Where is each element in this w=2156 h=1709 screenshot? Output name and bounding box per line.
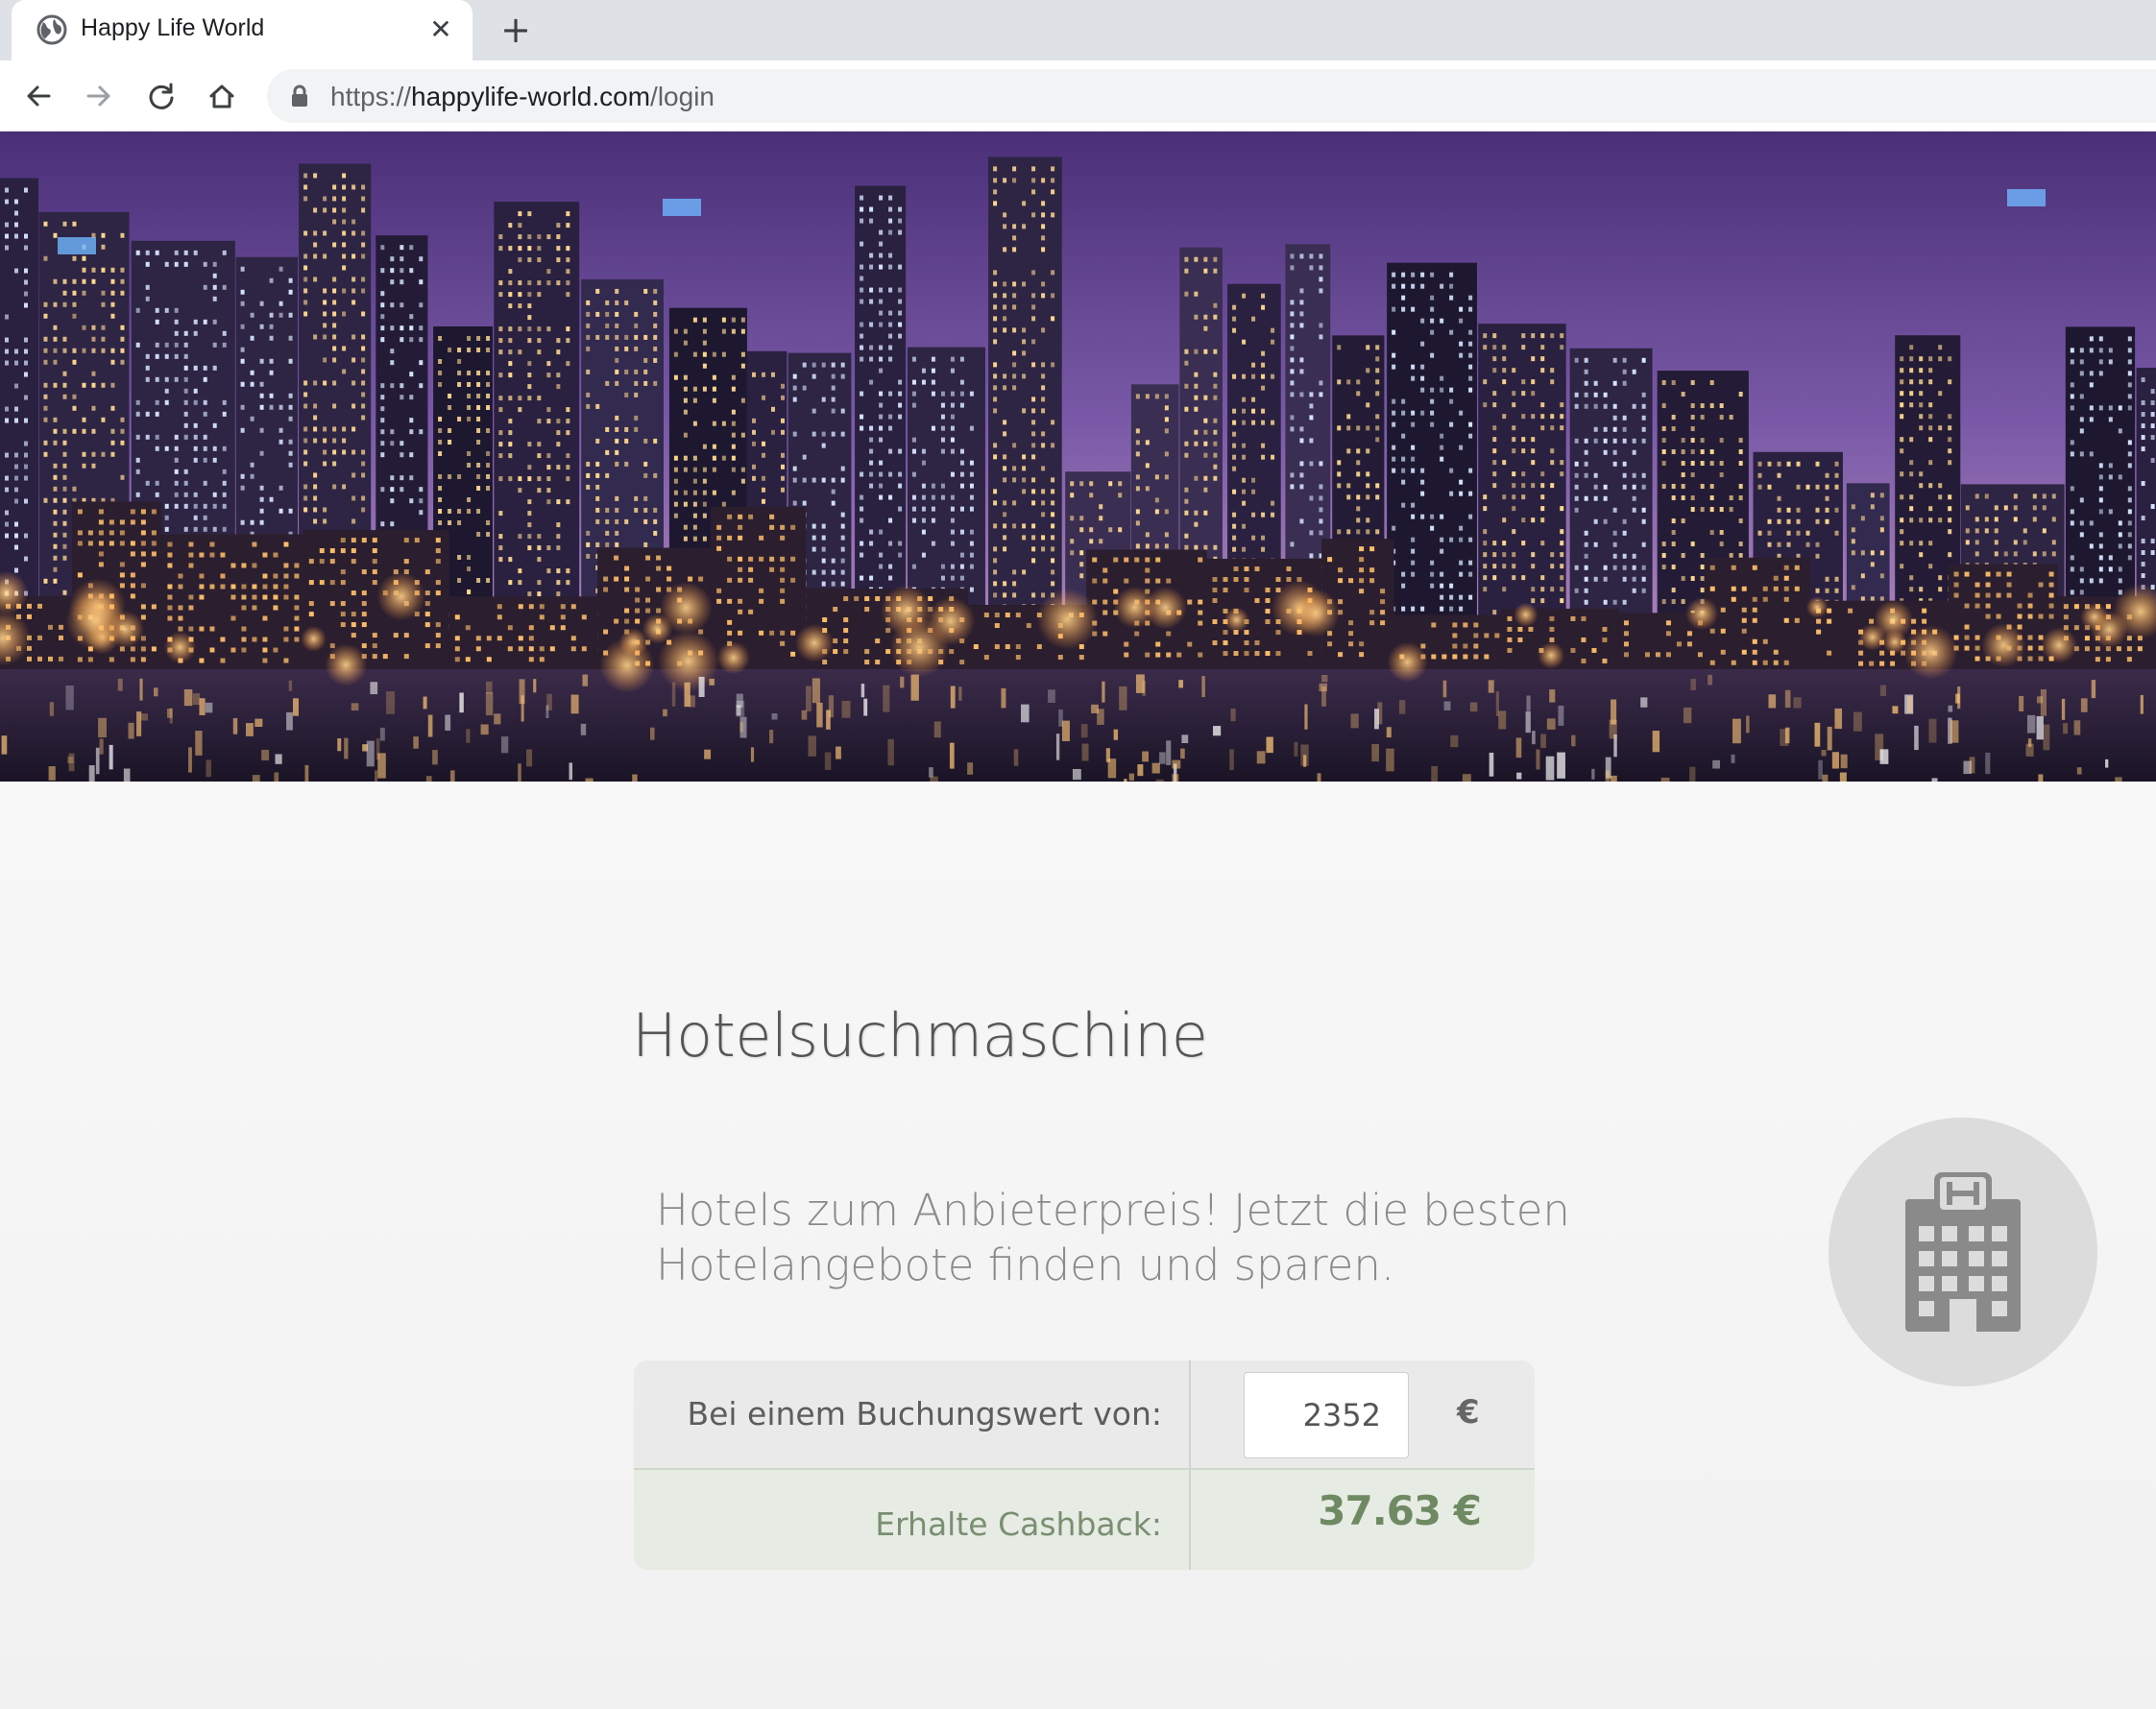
main-content: Hotelsuchmaschine Hotels zum Anbieterpre… <box>0 782 2156 1709</box>
lock-icon[interactable] <box>290 84 309 108</box>
booking-value-input[interactable]: 2352 <box>1244 1372 1409 1458</box>
hero-skyline-image <box>0 132 2156 782</box>
booking-value-row: Bei einem Buchungswert von: 2352 € <box>634 1360 1535 1470</box>
forward-arrow-icon[interactable] <box>77 74 121 118</box>
booking-value-label: Bei einem Buchungswert von: <box>687 1395 1162 1432</box>
cashback-calculator: Bei einem Buchungswert von: 2352 € Erhal… <box>634 1360 1535 1570</box>
subtitle-line: Hotels zum Anbieterpreis! Jetzt die best… <box>656 1185 1570 1236</box>
address-bar[interactable]: https://happylife-world.com/login <box>267 69 2156 123</box>
reload-icon[interactable] <box>139 74 183 118</box>
subtitle-line: Hotelangebote finden und sparen. <box>656 1240 1395 1290</box>
cashback-row: Erhalte Cashback: 37.63 € <box>634 1470 1535 1570</box>
home-icon[interactable] <box>200 74 244 118</box>
tab-title: Happy Life World <box>81 14 265 41</box>
globe-icon <box>36 14 67 45</box>
plus-icon[interactable]: + <box>496 10 536 50</box>
cashback-value: 37.63 € <box>1318 1487 1482 1534</box>
cashback-label: Erhalte Cashback: <box>875 1505 1162 1543</box>
page-title: Hotelsuchmaschine <box>632 1000 1208 1071</box>
browser-toolbar: https://happylife-world.com/login <box>0 60 2156 132</box>
back-arrow-icon[interactable] <box>16 74 61 118</box>
hotel-badge <box>1829 1118 2097 1386</box>
page-subtitle: Hotels zum Anbieterpreis! Jetzt die best… <box>656 1183 1597 1292</box>
url-text[interactable]: https://happylife-world.com/login <box>330 82 715 112</box>
calculator-divider <box>1189 1360 1191 1570</box>
close-icon[interactable]: ✕ <box>426 15 455 44</box>
browser-tab[interactable]: Happy Life World ✕ <box>12 0 472 60</box>
currency-symbol: € <box>1457 1393 1480 1432</box>
tab-strip: Happy Life World ✕ + <box>0 0 2156 60</box>
hotel-building-icon <box>1905 1172 2021 1332</box>
